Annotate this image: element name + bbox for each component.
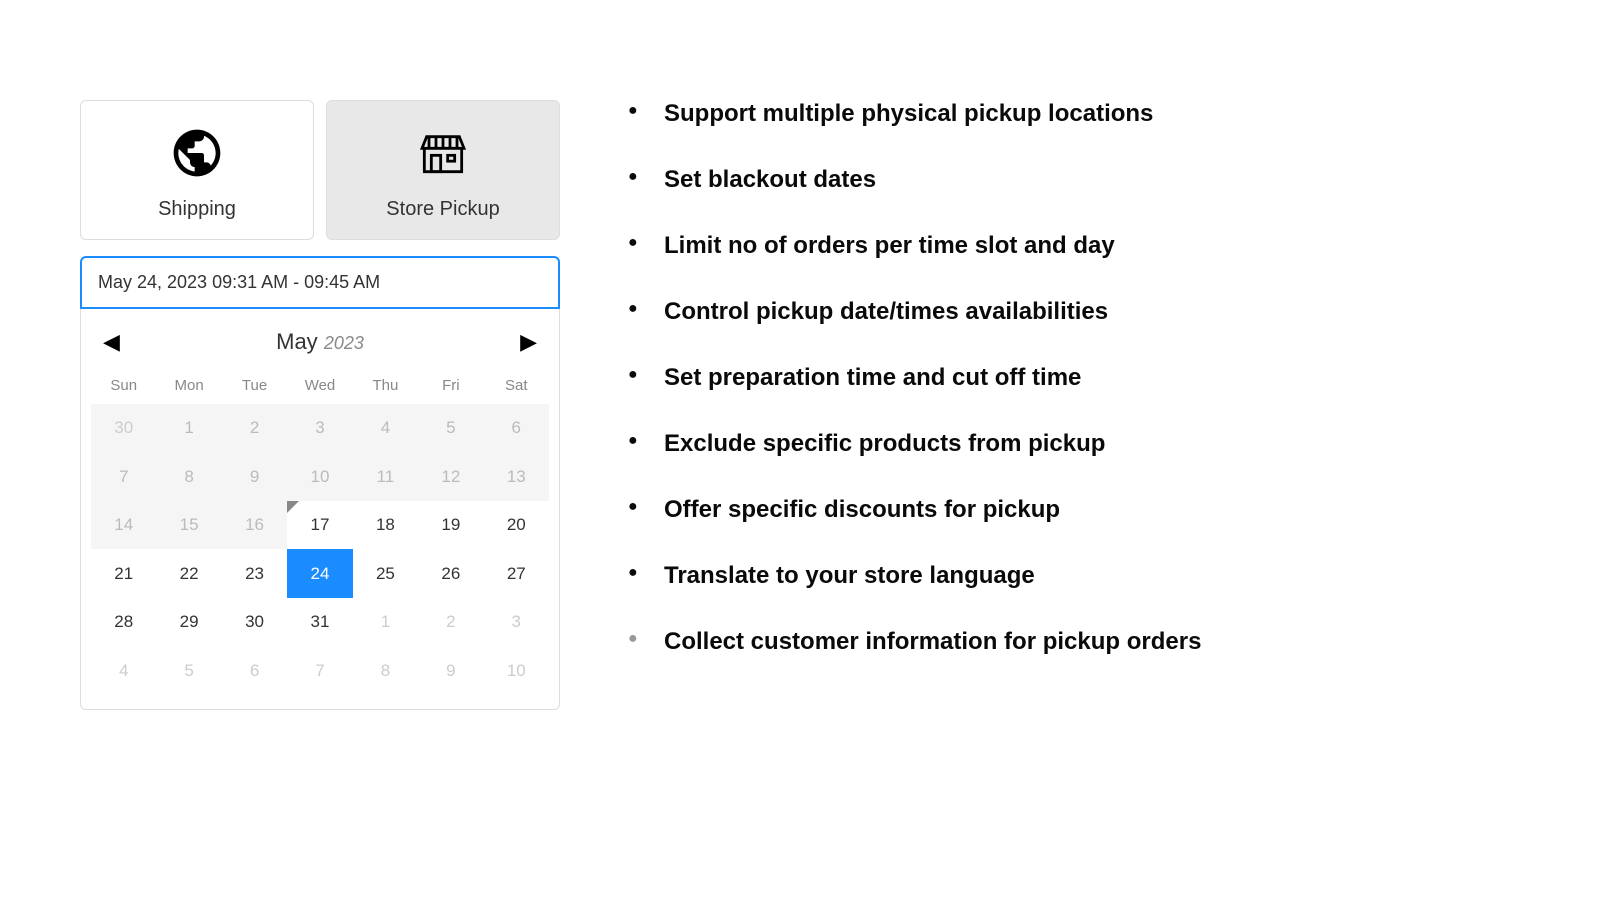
- calendar-day: 7: [91, 452, 156, 500]
- feature-item: Set blackout dates: [620, 166, 1520, 194]
- calendar-day[interactable]: 20: [484, 501, 549, 549]
- weekday-label: Sun: [91, 371, 156, 400]
- weekday-label: Mon: [156, 371, 221, 400]
- calendar-day[interactable]: 25: [353, 549, 418, 597]
- feature-item: Limit no of orders per time slot and day: [620, 232, 1520, 260]
- delivery-tabs: Shipping Store Pickup: [80, 100, 560, 240]
- calendar-day[interactable]: 31: [287, 598, 352, 646]
- calendar-day: 16: [222, 501, 287, 549]
- calendar-day: 2: [222, 404, 287, 452]
- feature-item: Control pickup date/times availabilities: [620, 298, 1520, 326]
- feature-item: Exclude specific products from pickup: [620, 430, 1520, 458]
- calendar-day: 15: [156, 501, 221, 549]
- calendar-day[interactable]: 1: [353, 598, 418, 646]
- month-year-label: May 2023: [276, 329, 364, 355]
- calendar-day[interactable]: 5: [156, 646, 221, 694]
- calendar-day[interactable]: 2: [418, 598, 483, 646]
- calendar-day[interactable]: 18: [353, 501, 418, 549]
- next-month-icon[interactable]: ▶: [520, 329, 537, 355]
- calendar-day[interactable]: 26: [418, 549, 483, 597]
- calendar-day[interactable]: 30: [222, 598, 287, 646]
- weekday-label: Sat: [484, 371, 549, 400]
- calendar-day: 13: [484, 452, 549, 500]
- feature-item: Offer specific discounts for pickup: [620, 496, 1520, 524]
- calendar-day[interactable]: 21: [91, 549, 156, 597]
- calendar-day[interactable]: 24: [287, 549, 352, 597]
- weekday-label: Thu: [353, 371, 418, 400]
- calendar-day: 1: [156, 404, 221, 452]
- tab-store-pickup[interactable]: Store Pickup: [326, 100, 560, 240]
- calendar-day: 12: [418, 452, 483, 500]
- calendar: ◀ May 2023 ▶ SunMonTueWedThuFriSat 30123…: [80, 309, 560, 710]
- calendar-day[interactable]: 7: [287, 646, 352, 694]
- weekday-label: Fri: [418, 371, 483, 400]
- calendar-day[interactable]: 6: [222, 646, 287, 694]
- feature-item: Translate to your store language: [620, 562, 1520, 590]
- weekday-label: Tue: [222, 371, 287, 400]
- calendar-day: 14: [91, 501, 156, 549]
- calendar-day: 3: [287, 404, 352, 452]
- calendar-day: 9: [222, 452, 287, 500]
- calendar-header: ◀ May 2023 ▶: [91, 323, 549, 361]
- calendar-day[interactable]: 22: [156, 549, 221, 597]
- right-panel: Support multiple physical pickup locatio…: [620, 100, 1520, 800]
- tab-shipping-label: Shipping: [158, 198, 236, 221]
- feature-item: Support multiple physical pickup locatio…: [620, 100, 1520, 128]
- calendar-day[interactable]: 10: [484, 646, 549, 694]
- calendar-day: 8: [156, 452, 221, 500]
- calendar-day[interactable]: 4: [91, 646, 156, 694]
- feature-item: Collect customer information for pickup …: [620, 628, 1520, 656]
- calendar-day: 10: [287, 452, 352, 500]
- left-panel: Shipping Store Pickup May 24, 2023 09:31…: [80, 100, 560, 800]
- prev-month-icon[interactable]: ◀: [103, 329, 120, 355]
- calendar-day: 6: [484, 404, 549, 452]
- calendar-day: 11: [353, 452, 418, 500]
- calendar-day: 30: [91, 404, 156, 452]
- calendar-day[interactable]: 27: [484, 549, 549, 597]
- globe-icon: [169, 125, 225, 198]
- days-grid: 3012345678910111213141516171819202122232…: [91, 404, 549, 695]
- datetime-input[interactable]: May 24, 2023 09:31 AM - 09:45 AM: [80, 256, 560, 309]
- tab-pickup-label: Store Pickup: [386, 198, 499, 221]
- weekday-label: Wed: [287, 371, 352, 400]
- calendar-day[interactable]: 19: [418, 501, 483, 549]
- calendar-day[interactable]: 28: [91, 598, 156, 646]
- tab-shipping[interactable]: Shipping: [80, 100, 314, 240]
- weekday-row: SunMonTueWedThuFriSat: [91, 371, 549, 400]
- feature-item: Set preparation time and cut off time: [620, 364, 1520, 392]
- calendar-day[interactable]: 23: [222, 549, 287, 597]
- calendar-day[interactable]: 9: [418, 646, 483, 694]
- calendar-day: 4: [353, 404, 418, 452]
- calendar-day[interactable]: 29: [156, 598, 221, 646]
- feature-list: Support multiple physical pickup locatio…: [620, 100, 1520, 656]
- calendar-day[interactable]: 3: [484, 598, 549, 646]
- store-icon: [415, 125, 471, 198]
- calendar-day[interactable]: 8: [353, 646, 418, 694]
- calendar-day[interactable]: 17: [287, 501, 352, 549]
- month-label: May: [276, 329, 318, 354]
- year-label: 2023: [324, 333, 364, 353]
- calendar-day: 5: [418, 404, 483, 452]
